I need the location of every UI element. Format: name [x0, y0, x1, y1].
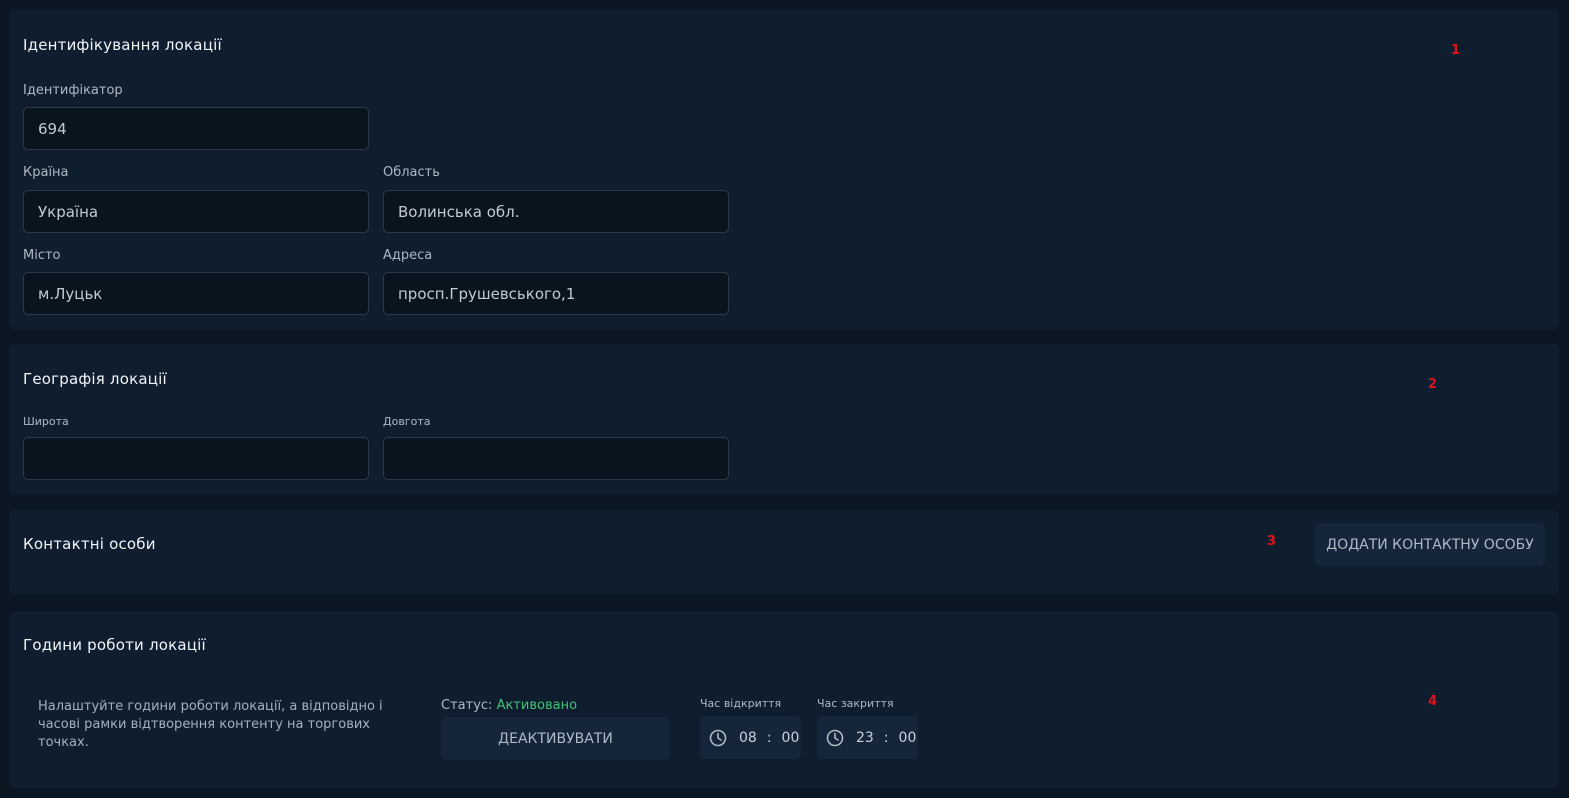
deactivate-button[interactable]: ДЕАКТИВУВАТИ — [441, 717, 670, 760]
country-field[interactable]: Україна — [23, 190, 369, 233]
close-time-label: Час закриття — [817, 697, 894, 710]
id-field[interactable]: 694 — [23, 107, 369, 150]
time-separator: : — [883, 729, 889, 746]
region-field[interactable]: Волинська обл. — [383, 190, 729, 233]
longitude-field[interactable] — [383, 437, 729, 480]
address-label: Адреса — [383, 248, 433, 263]
geography-panel: Географія локації 2 Широта Довгота — [9, 344, 1559, 494]
close-minutes[interactable]: 00 — [899, 730, 917, 746]
contacts-panel: Контактні особи 3 ДОДАТИ КОНТАКТНУ ОСОБУ — [9, 510, 1559, 594]
working-hours-panel: Години роботи локації 4 Налаштуйте годин… — [9, 611, 1559, 788]
open-hours[interactable]: 08 — [739, 730, 757, 746]
clock-icon — [826, 729, 844, 747]
city-field[interactable]: м.Луцьк — [23, 272, 369, 315]
address-field[interactable]: просп.Грушевського,1 — [383, 272, 729, 315]
marker-2: 2 — [1428, 377, 1438, 392]
open-time-picker[interactable]: 08 : 00 — [700, 716, 801, 759]
latitude-field[interactable] — [23, 437, 369, 480]
working-hours-title: Години роботи локації — [23, 636, 206, 654]
working-hours-description: Налаштуйте години роботи локації, а відп… — [38, 699, 383, 750]
add-contact-button[interactable]: ДОДАТИ КОНТАКТНУ ОСОБУ — [1315, 523, 1545, 566]
status-label: Статус: — [441, 698, 493, 713]
latitude-label: Широта — [23, 415, 69, 428]
country-label: Країна — [23, 165, 69, 180]
longitude-label: Довгота — [383, 415, 431, 428]
region-label: Область — [383, 165, 440, 180]
open-time-label: Час відкриття — [700, 697, 782, 710]
close-hours[interactable]: 23 — [856, 730, 874, 746]
contacts-title: Контактні особи — [23, 535, 156, 553]
identification-panel: Ідентифікування локації 1 Ідентифікатор … — [9, 10, 1559, 329]
geography-title: Географія локації — [23, 370, 167, 388]
open-minutes[interactable]: 00 — [782, 730, 800, 746]
identification-title: Ідентифікування локації — [23, 36, 222, 54]
status-value: Активовано — [496, 698, 578, 713]
marker-1: 1 — [1451, 43, 1461, 58]
city-label: Місто — [23, 248, 61, 263]
status-line: Статус: Активовано — [441, 698, 577, 713]
marker-4: 4 — [1428, 694, 1438, 709]
marker-3: 3 — [1267, 534, 1277, 549]
close-time-picker[interactable]: 23 : 00 — [817, 716, 918, 759]
clock-icon — [709, 729, 727, 747]
id-label: Ідентифікатор — [23, 83, 123, 98]
time-separator: : — [766, 729, 772, 746]
